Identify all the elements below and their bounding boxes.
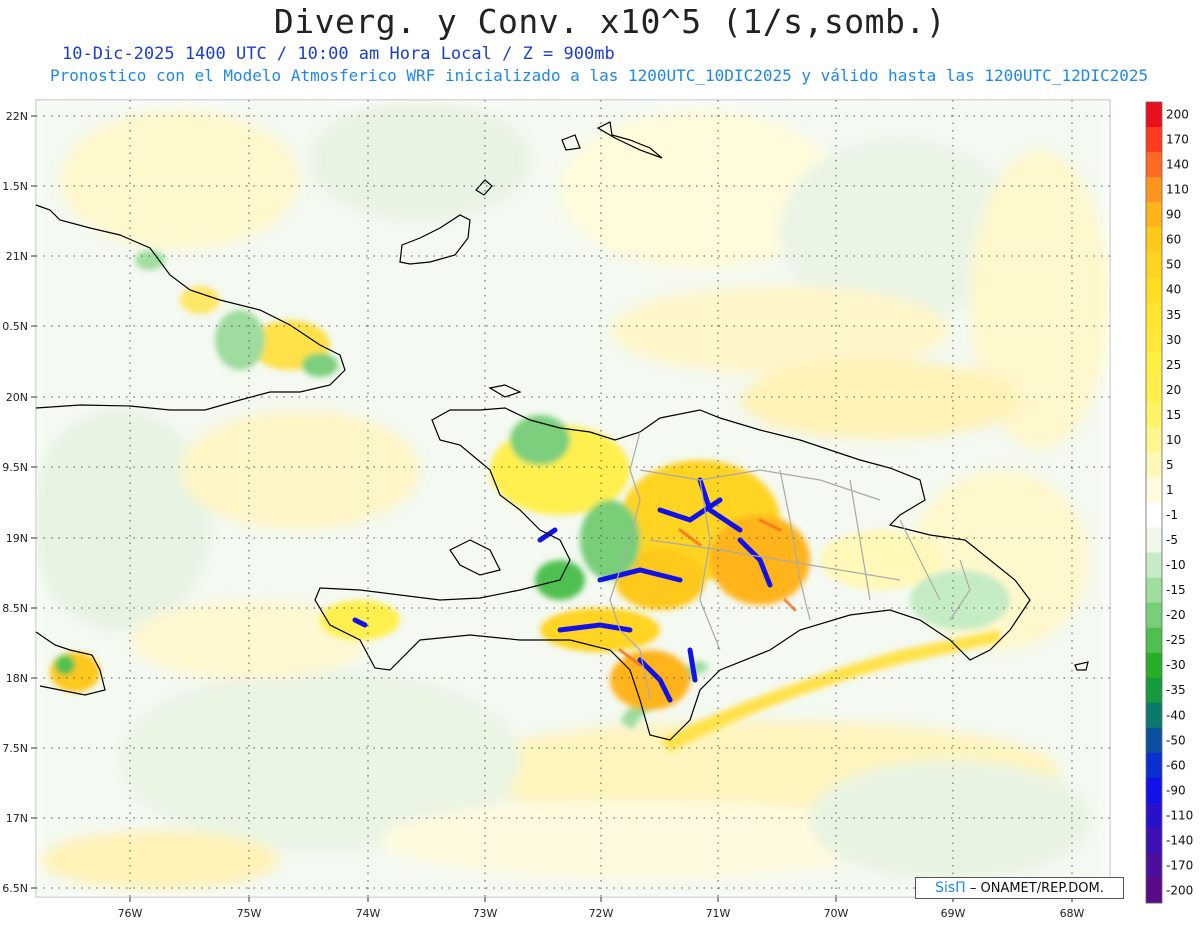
- forecast-map: 22N 1.5N 21N 0.5N 20N 9.5N 19N 8.5N 18N …: [2, 99, 1193, 920]
- lat-label: 8.5N: [2, 602, 28, 615]
- colorbar-label: -170: [1166, 858, 1193, 872]
- colorbar-swatch: [1146, 552, 1162, 578]
- lat-label: 9.5N: [2, 461, 28, 474]
- credit-box: SisΠ – ONAMET/REP.DOM.: [915, 877, 1124, 899]
- colorbar-swatch: [1146, 477, 1162, 503]
- colorbar-swatch: [1146, 502, 1162, 528]
- lon-label: 76W: [118, 907, 143, 920]
- lat-label: 7.5N: [2, 742, 28, 755]
- colorbar-swatch: [1146, 227, 1162, 253]
- colorbar-swatch: [1146, 627, 1162, 653]
- colorbar-swatch: [1146, 177, 1162, 203]
- colorbar-swatch: [1146, 827, 1162, 854]
- colorbar-swatch: [1146, 777, 1162, 804]
- colorbar-label: 35: [1166, 308, 1181, 322]
- colorbar-label: 200: [1166, 108, 1189, 122]
- colorbar-label: -50: [1166, 733, 1186, 747]
- colorbar-label: 5: [1166, 458, 1174, 472]
- colorbar-swatch: [1146, 152, 1162, 178]
- colorbar-label: 25: [1166, 358, 1181, 372]
- colorbar-label: -1: [1166, 508, 1178, 522]
- colorbar-swatch: [1146, 577, 1162, 603]
- latitude-labels: 22N 1.5N 21N 0.5N 20N 9.5N 19N 8.5N 18N …: [2, 110, 28, 895]
- colorbar-label: 30: [1166, 333, 1181, 347]
- colorbar-label: 40: [1166, 283, 1181, 297]
- valid-time: 10-Dic-2025 1400 UTC / 10:00 am Hora Loc…: [62, 44, 615, 64]
- lon-label: 71W: [706, 907, 731, 920]
- colorbar-swatch: [1146, 527, 1162, 553]
- colorbar-swatch: [1146, 377, 1162, 403]
- colorbar-label: -35: [1166, 683, 1186, 697]
- colorbar-label: -10: [1166, 558, 1186, 572]
- colorbar-label: 170: [1166, 133, 1189, 147]
- colorbar-swatch: [1146, 727, 1162, 754]
- colorbar-swatch: [1146, 602, 1162, 628]
- lon-label: 73W: [473, 907, 498, 920]
- colorbar-swatch: [1146, 652, 1162, 679]
- colorbar-swatch: [1146, 877, 1162, 904]
- lon-label: 70W: [824, 907, 849, 920]
- colorbar-swatch: [1146, 427, 1162, 453]
- lat-label: 20N: [6, 391, 28, 404]
- lon-label: 68W: [1060, 907, 1085, 920]
- credit-text: – ONAMET/REP.DOM.: [969, 881, 1104, 896]
- colorbar: 200 170 140 110 90 60 50 40 35 30 25 20 15 10 5 1 -1 -5 -1…: [1145, 101, 1193, 904]
- colorbar-label: 10: [1166, 433, 1181, 447]
- lon-label: 75W: [237, 907, 262, 920]
- lat-label: 1.5N: [2, 180, 28, 193]
- colorbar-label: -20: [1166, 608, 1186, 622]
- lon-label: 72W: [589, 907, 614, 920]
- colorbar-swatch: [1146, 127, 1162, 153]
- colorbar-swatch: [1146, 252, 1162, 278]
- colorbar-swatch: [1146, 402, 1162, 428]
- lat-label: 0.5N: [2, 320, 28, 333]
- lat-label: 19N: [6, 532, 28, 545]
- colorbar-swatch: [1146, 277, 1162, 303]
- longitude-labels: 76W 75W 74W 73W 72W 71W 70W 69W 68W: [118, 907, 1085, 920]
- colorbar-swatch: [1146, 702, 1162, 729]
- lat-label: 21N: [6, 250, 28, 263]
- colorbar-swatch: [1146, 327, 1162, 353]
- sispi-logo: SisΠ: [935, 880, 966, 896]
- colorbar-label: -200: [1166, 883, 1193, 897]
- colorbar-label: 15: [1166, 408, 1181, 422]
- colorbar-label: -40: [1166, 708, 1186, 722]
- colorbar-label: 110: [1166, 183, 1189, 197]
- colorbar-label: 60: [1166, 233, 1181, 247]
- colorbar-label: -5: [1166, 533, 1178, 547]
- colorbar-label: 1: [1166, 483, 1174, 497]
- colorbar-swatch: [1146, 352, 1162, 378]
- colorbar-swatch: [1146, 452, 1162, 478]
- colorbar-swatch: [1146, 677, 1162, 704]
- colorbar-swatch: [1146, 102, 1162, 128]
- model-info: Pronostico con el Modelo Atmosferico WRF…: [50, 66, 1149, 85]
- lat-label: 18N: [6, 672, 28, 685]
- field-shading: [36, 100, 1110, 897]
- colorbar-swatch: [1146, 752, 1162, 779]
- colorbar-label: -15: [1166, 583, 1186, 597]
- lat-label: 22N: [6, 110, 28, 123]
- map-title: Diverg. y Conv. x10^5 (1/s,somb.): [273, 2, 947, 41]
- colorbar-label: -60: [1166, 758, 1186, 772]
- colorbar-label: -110: [1166, 808, 1193, 822]
- colorbar-label: -90: [1166, 783, 1186, 797]
- lat-label: 6.5N: [2, 882, 28, 895]
- colorbar-swatch: [1146, 852, 1162, 879]
- colorbar-swatch: [1146, 202, 1162, 228]
- colorbar-label: 140: [1166, 158, 1189, 172]
- colorbar-swatch: [1146, 802, 1162, 829]
- lon-label: 74W: [356, 907, 381, 920]
- colorbar-swatch: [1146, 302, 1162, 328]
- colorbar-label: -25: [1166, 633, 1186, 647]
- colorbar-label: 20: [1166, 383, 1181, 397]
- colorbar-label: 50: [1166, 258, 1181, 272]
- colorbar-label: 90: [1166, 208, 1181, 222]
- colorbar-label: -140: [1166, 833, 1193, 847]
- lon-label: 69W: [941, 907, 966, 920]
- lat-label: 17N: [6, 812, 28, 825]
- colorbar-label: -30: [1166, 658, 1186, 672]
